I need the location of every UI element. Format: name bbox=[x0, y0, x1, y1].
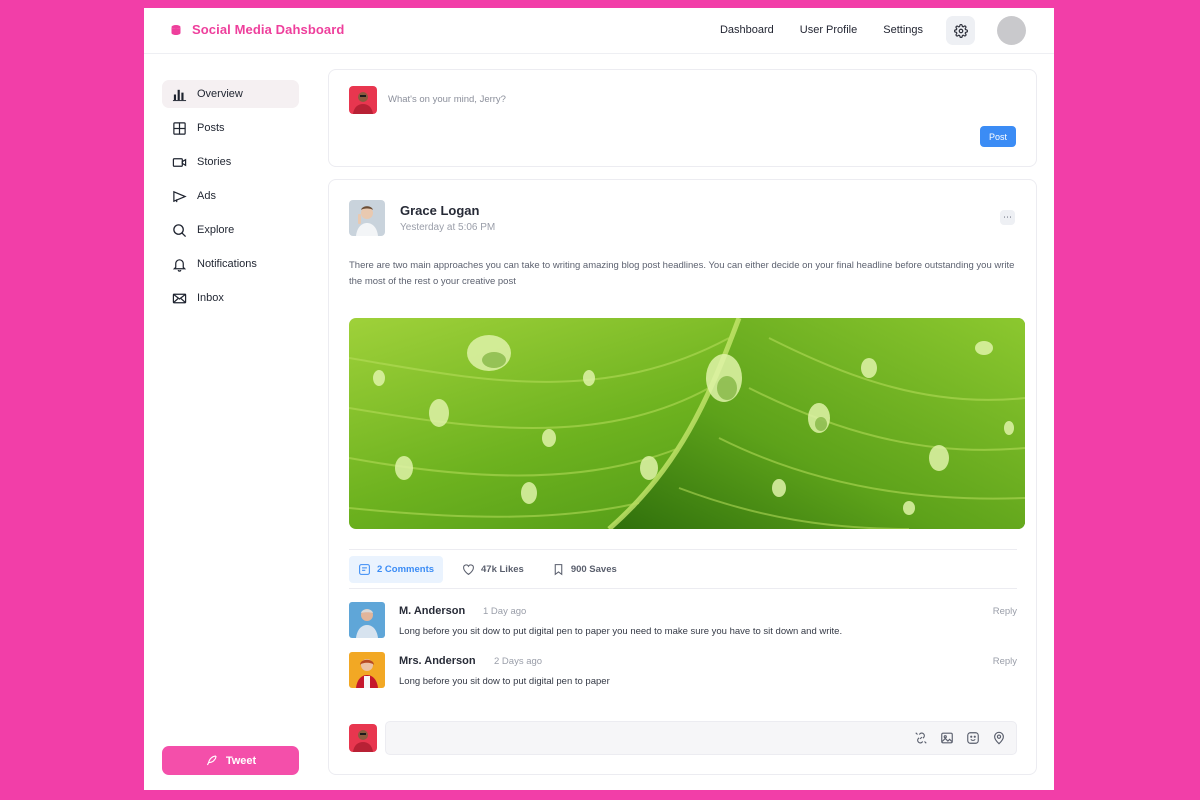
commenter-name[interactable]: M. Anderson bbox=[399, 605, 465, 617]
sidebar-item-label: Explore bbox=[197, 224, 235, 236]
likes-button[interactable]: 47k Likes bbox=[453, 556, 533, 583]
post-text: There are two main approaches you can ta… bbox=[349, 260, 1015, 287]
saves-button[interactable]: 900 Saves bbox=[543, 556, 626, 583]
current-user-avatar bbox=[349, 724, 377, 752]
reply-link[interactable]: Reply bbox=[993, 656, 1017, 667]
image-icon[interactable] bbox=[940, 731, 954, 745]
reply-link[interactable]: Reply bbox=[993, 606, 1017, 617]
sidebar-item-posts[interactable]: Posts bbox=[162, 114, 299, 142]
sidebar-item-label: Inbox bbox=[197, 292, 224, 304]
comment-input-tools bbox=[914, 731, 1006, 745]
search-icon bbox=[173, 223, 187, 237]
saves-count: 900 Saves bbox=[570, 564, 617, 575]
database-icon bbox=[171, 24, 181, 35]
megaphone-icon bbox=[173, 190, 187, 202]
link-icon[interactable] bbox=[914, 731, 928, 745]
comment-input[interactable] bbox=[385, 721, 1017, 755]
sidebar-item-notifications[interactable]: Notifications bbox=[162, 250, 299, 278]
post-composer: What's on your mind, Jerry? Post bbox=[328, 69, 1037, 167]
brand[interactable]: Social Media Dahsboard bbox=[170, 22, 344, 37]
nav-user-profile[interactable]: User Profile bbox=[800, 24, 857, 36]
gear-icon bbox=[953, 23, 968, 38]
sidebar-item-label: Ads bbox=[197, 190, 216, 202]
mail-icon bbox=[172, 293, 187, 303]
post-button[interactable]: Post bbox=[980, 126, 1016, 147]
location-pin-icon[interactable] bbox=[992, 731, 1006, 745]
sidebar-item-label: Overview bbox=[197, 88, 243, 100]
grid-icon bbox=[173, 121, 186, 135]
comments-count: 2 Comments bbox=[377, 564, 435, 575]
sidebar-item-label: Posts bbox=[197, 122, 225, 134]
bar-chart-icon bbox=[172, 89, 187, 101]
user-avatar[interactable] bbox=[997, 16, 1026, 45]
more-options-button[interactable]: ⋯ bbox=[1000, 210, 1015, 225]
feather-pen-icon bbox=[206, 755, 217, 766]
post-image[interactable] bbox=[349, 318, 1025, 529]
sidebar-item-explore[interactable]: Explore bbox=[162, 216, 299, 244]
likes-count: 47k Likes bbox=[481, 564, 524, 575]
sidebar: Overview Posts Stories Ads Explore Notif… bbox=[162, 80, 299, 318]
comment-item: M. Anderson 1 Day ago Reply Long before … bbox=[349, 602, 1017, 642]
bell-icon bbox=[172, 258, 187, 272]
nav-settings[interactable]: Settings bbox=[883, 24, 923, 36]
sidebar-item-stories[interactable]: Stories bbox=[162, 148, 299, 176]
comment-icon bbox=[359, 564, 370, 575]
commenter-avatar[interactable] bbox=[349, 652, 385, 688]
post-actions: 2 Comments 47k Likes 900 Saves bbox=[349, 556, 626, 583]
tweet-button[interactable]: Tweet bbox=[162, 746, 299, 775]
divider bbox=[349, 588, 1017, 589]
post-timestamp: Yesterday at 5:06 PM bbox=[400, 222, 496, 233]
comment-text: Long before you sit dow to put digital p… bbox=[399, 626, 843, 637]
top-nav: Dashboard User Profile Settings bbox=[720, 24, 923, 36]
app-title: Social Media Dahsboard bbox=[192, 22, 345, 37]
sidebar-item-label: Stories bbox=[197, 156, 232, 168]
sidebar-item-inbox[interactable]: Inbox bbox=[162, 284, 299, 312]
comment-item: Mrs. Anderson 2 Days ago Reply Long befo… bbox=[349, 652, 1017, 692]
sidebar-item-ads[interactable]: Ads bbox=[162, 182, 299, 210]
commenter-avatar[interactable] bbox=[349, 602, 385, 638]
settings-button[interactable] bbox=[946, 16, 975, 45]
composer-input[interactable]: What's on your mind, Jerry? bbox=[388, 94, 506, 105]
commenter-name[interactable]: Mrs. Anderson bbox=[399, 655, 476, 667]
comments-button[interactable]: 2 Comments bbox=[349, 556, 444, 583]
author-name[interactable]: Grace Logan bbox=[400, 203, 479, 218]
emoji-icon[interactable] bbox=[966, 731, 980, 745]
comment-time: 1 Day ago bbox=[483, 606, 527, 617]
app-window: Social Media Dahsboard Dashboard User Pr… bbox=[144, 8, 1054, 790]
comment-time: 2 Days ago bbox=[494, 656, 543, 667]
nav-dashboard[interactable]: Dashboard bbox=[720, 24, 774, 36]
video-icon bbox=[172, 157, 187, 167]
heart-icon bbox=[463, 564, 474, 576]
sidebar-item-label: Notifications bbox=[197, 258, 257, 270]
current-user-avatar bbox=[349, 86, 377, 114]
sidebar-item-overview[interactable]: Overview bbox=[162, 80, 299, 108]
divider bbox=[349, 549, 1017, 550]
tweet-button-label: Tweet bbox=[225, 754, 257, 767]
ellipsis-icon: ⋯ bbox=[1003, 212, 1012, 222]
author-avatar[interactable] bbox=[349, 200, 385, 236]
comment-text: Long before you sit dow to put digital p… bbox=[399, 676, 610, 687]
bookmark-icon bbox=[554, 564, 563, 576]
top-bar: Social Media Dahsboard Dashboard User Pr… bbox=[144, 8, 1054, 54]
post-card: Grace Logan Yesterday at 5:06 PM ⋯ There… bbox=[328, 179, 1037, 775]
